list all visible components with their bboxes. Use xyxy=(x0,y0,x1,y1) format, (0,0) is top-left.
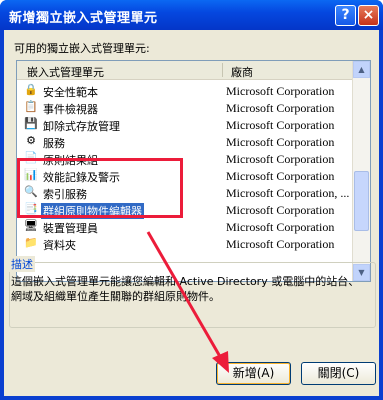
add-button[interactable]: 新增(A) xyxy=(216,362,291,385)
window-title: 新增獨立嵌入式管理單元 xyxy=(9,11,158,26)
column-header-vendor[interactable]: 廠商 xyxy=(231,64,253,80)
security-template-icon: 🔒 xyxy=(24,83,38,96)
event-viewer-icon: 📋 xyxy=(24,100,38,113)
close-button[interactable]: 關閉(C) xyxy=(301,362,376,385)
list-item[interactable]: 📊 效能記錄及警示 Microsoft Corporation xyxy=(17,167,353,184)
list-item[interactable]: 🖥 裝置管理員 Microsoft Corporation xyxy=(17,218,353,235)
dialog-window: 新增獨立嵌入式管理單元 ? × 可用的獨立嵌入式管理單元: 嵌入式管理單元 廠商… xyxy=(0,0,383,400)
list-item[interactable]: 🔒 安全性範本 Microsoft Corporation xyxy=(17,82,353,99)
snapin-vendor: Microsoft Corporation xyxy=(226,152,335,166)
performance-icon: 📊 xyxy=(24,168,38,181)
description-legend: 描述 xyxy=(9,256,35,272)
removable-storage-icon: 💾 xyxy=(24,117,38,130)
group-policy-icon: 📑 xyxy=(24,202,38,215)
snapin-vendor: Microsoft Corporation xyxy=(226,101,335,115)
help-button[interactable]: ? xyxy=(335,5,356,26)
snapin-vendor: Microsoft Corporation xyxy=(226,220,335,234)
vertical-scrollbar[interactable]: ▲ ▼ xyxy=(352,61,370,281)
list-item[interactable]: 🔍 索引服務 Microsoft Corporation, ... xyxy=(17,184,353,201)
snapin-name: 裝置管理員 xyxy=(43,222,98,235)
policy-results-icon: 📄 xyxy=(24,151,38,164)
list-item[interactable]: 📑 群組原則物件編輯器 Microsoft Corporation xyxy=(17,201,353,219)
snapin-name: 效能記錄及警示 xyxy=(43,171,120,184)
scroll-up-icon[interactable]: ▲ xyxy=(353,61,370,78)
snapin-name: 服務 xyxy=(43,137,65,150)
snapin-name: 原則結果組 xyxy=(43,154,98,167)
title-bar: 新增獨立嵌入式管理單元 ? × xyxy=(0,0,383,30)
dialog-body: 可用的獨立嵌入式管理單元: 嵌入式管理單元 廠商 🔒 安全性範本 Microsoft… xyxy=(4,30,379,396)
snapin-vendor: Microsoft Corporation xyxy=(226,203,335,217)
snapin-vendor: Microsoft Corporation xyxy=(226,84,335,98)
snapin-name: 事件檢視器 xyxy=(43,103,98,116)
snapin-name: 索引服務 xyxy=(43,188,87,201)
folder-icon: 📁 xyxy=(24,236,38,249)
snapin-name: 群組原則物件編輯器 xyxy=(41,203,144,219)
snapin-list[interactable]: 嵌入式管理單元 廠商 🔒 安全性範本 Microsoft Corporation 📋 事… xyxy=(16,60,371,282)
list-item[interactable]: 📁 資料夾 Microsoft Corporation xyxy=(17,235,353,252)
snapin-name: 卸除式存放管理 xyxy=(43,120,120,133)
snapin-vendor: Microsoft Corporation xyxy=(226,237,335,251)
list-item[interactable]: 📄 原則結果組 Microsoft Corporation xyxy=(17,150,353,167)
scroll-thumb[interactable] xyxy=(354,171,369,231)
indexing-icon: 🔍 xyxy=(24,185,38,198)
list-item[interactable]: 📋 事件檢視器 Microsoft Corporation xyxy=(17,99,353,116)
snapin-vendor: Microsoft Corporation xyxy=(226,118,335,132)
list-item[interactable]: 💾 卸除式存放管理 Microsoft Corporation xyxy=(17,116,353,133)
services-icon: ⚙ xyxy=(26,134,36,147)
device-manager-icon: 🖥 xyxy=(24,219,38,232)
column-header-name[interactable]: 嵌入式管理單元 xyxy=(27,64,104,80)
snapin-vendor: Microsoft Corporation xyxy=(226,135,335,149)
snapin-name: 資料夾 xyxy=(43,239,76,252)
list-item[interactable]: ⚙ 服務 Microsoft Corporation xyxy=(17,133,353,150)
list-header: 嵌入式管理單元 廠商 xyxy=(17,61,353,80)
close-window-button[interactable]: × xyxy=(358,5,379,26)
snapin-vendor: Microsoft Corporation xyxy=(226,169,335,183)
column-separator[interactable] xyxy=(222,63,223,77)
available-snapins-label: 可用的獨立嵌入式管理單元: xyxy=(14,42,150,55)
snapin-vendor: Microsoft Corporation, ... xyxy=(226,186,350,200)
snapin-name: 安全性範本 xyxy=(43,86,98,99)
description-text: 這個嵌入式管理單元能讓您編輯和 Active Directory 或電腦中的站台… xyxy=(11,275,360,303)
